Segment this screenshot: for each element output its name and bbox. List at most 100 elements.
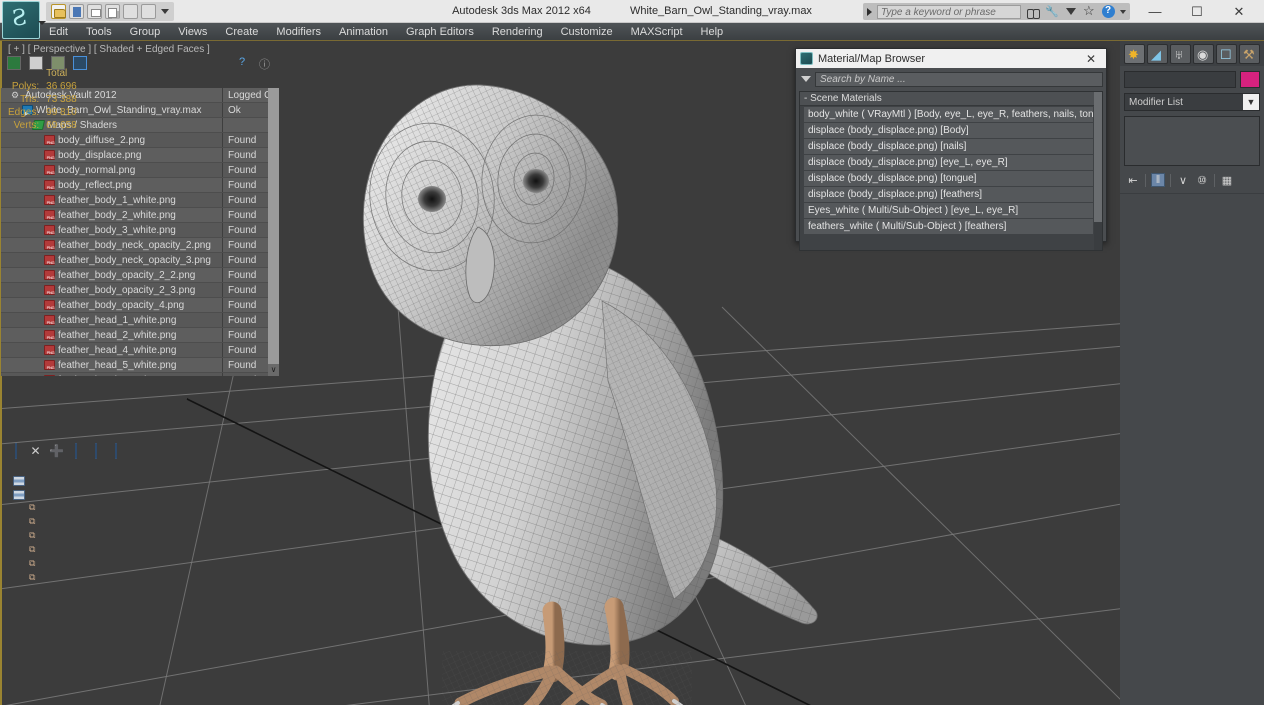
pin-stack-icon[interactable]: ⇤ bbox=[1126, 173, 1140, 187]
add-selection-icon[interactable]: ➕ bbox=[49, 444, 64, 458]
subscription-icon[interactable] bbox=[1064, 5, 1078, 19]
asset-row[interactable]: feather_head_5_white.pngFound bbox=[1, 358, 279, 373]
asset-row[interactable]: feather_body_3_white.pngFound bbox=[1, 223, 279, 238]
modify-tab-icon[interactable]: ◢ bbox=[1147, 44, 1168, 64]
material-list-item[interactable]: Eyes_white ( Multi/Sub-Object ) [eye_L, … bbox=[804, 203, 1093, 218]
material-list-item[interactable]: displace (body_displace.png) [feathers] bbox=[804, 187, 1093, 202]
maximize-button[interactable]: ☐ bbox=[1176, 0, 1218, 23]
material-browser-close-button[interactable]: ✕ bbox=[1080, 52, 1102, 66]
menu-item-animation[interactable]: Animation bbox=[330, 23, 397, 41]
asset-row[interactable]: feather_head_2_white.pngFound bbox=[1, 328, 279, 343]
modifier-list-label: Modifier List bbox=[1129, 96, 1183, 108]
material-list-item[interactable]: feathers_white ( Multi/Sub-Object ) [fea… bbox=[804, 219, 1093, 234]
search-input[interactable]: Type a keyword or phrase bbox=[877, 4, 1021, 19]
remove-modifier-icon[interactable]: ⑩ bbox=[1195, 173, 1209, 187]
utilities-tab-icon[interactable]: ⚒ bbox=[1239, 44, 1260, 64]
about-icon[interactable]: ⓘ bbox=[259, 56, 273, 71]
object-name-field[interactable] bbox=[1124, 71, 1236, 88]
menu-item-views[interactable]: Views bbox=[169, 23, 216, 41]
scrollbar-thumb[interactable] bbox=[1094, 92, 1102, 222]
wrench-icon[interactable] bbox=[1045, 5, 1059, 19]
hierarchy-tab-icon[interactable]: ♅ bbox=[1170, 44, 1191, 64]
menu-item-customize[interactable]: Customize bbox=[552, 23, 622, 41]
open-file-icon[interactable] bbox=[51, 4, 66, 19]
menu-item-edit[interactable]: Edit bbox=[40, 23, 77, 41]
viewport-label[interactable]: [ + ] [ Perspective ] [ Shaded + Edged F… bbox=[8, 44, 210, 55]
stats-row: Tris: 73 388 bbox=[8, 93, 80, 106]
asset-row[interactable]: feather_body_2_white.pngFound bbox=[1, 208, 279, 223]
material-list-item[interactable]: displace (body_displace.png) [eye_L, eye… bbox=[804, 155, 1093, 170]
help-icon[interactable] bbox=[1102, 5, 1115, 18]
material-map-browser-panel[interactable]: Material/Map Browser ✕ Search by Name ..… bbox=[795, 48, 1107, 251]
scene-materials-group-header[interactable]: - Scene Materials bbox=[800, 92, 1102, 106]
menu-item-rendering[interactable]: Rendering bbox=[483, 23, 552, 41]
material-list-item[interactable]: displace (body_displace.png) [tongue] bbox=[804, 171, 1093, 186]
menu-item-modifiers[interactable]: Modifiers bbox=[267, 23, 330, 41]
asset-name-label: feather_head_2_white.png bbox=[58, 329, 177, 341]
asset-row[interactable]: feather_head_opacity_2.pngFound bbox=[1, 373, 279, 376]
asset-row[interactable]: body_diffuse_2.pngFound bbox=[1, 133, 279, 148]
save-file-icon[interactable] bbox=[69, 4, 84, 19]
menu-item-help[interactable]: Help bbox=[692, 23, 733, 41]
display-tab-icon[interactable]: ☐ bbox=[1216, 44, 1237, 64]
asset-row[interactable]: feather_head_4_white.pngFound bbox=[1, 343, 279, 358]
asset-vertical-scrollbar[interactable]: ∨ bbox=[268, 88, 279, 376]
chevron-down-icon[interactable]: ▼ bbox=[1243, 94, 1259, 110]
modifier-stack[interactable] bbox=[1124, 116, 1260, 166]
configure-modifier-sets-icon[interactable]: ▦ bbox=[1220, 173, 1234, 187]
asset-row[interactable]: body_reflect.pngFound bbox=[1, 178, 279, 193]
help-dropdown-icon[interactable] bbox=[1120, 9, 1126, 14]
asset-row[interactable]: feather_body_opacity_2_3.pngFound bbox=[1, 283, 279, 298]
filter-dropdown-icon[interactable] bbox=[801, 76, 811, 82]
undo-icon[interactable] bbox=[87, 4, 102, 19]
modifier-list-dropdown[interactable]: Modifier List ▼ bbox=[1124, 93, 1260, 111]
asset-row[interactable]: feather_body_neck_opacity_3.pngFound bbox=[1, 253, 279, 268]
new-scene-icon[interactable] bbox=[123, 4, 138, 19]
create-tab-icon[interactable]: ✸ bbox=[1124, 44, 1145, 64]
material-list-item[interactable]: displace (body_displace.png) [nails] bbox=[804, 139, 1093, 154]
png-file-icon bbox=[44, 285, 56, 297]
scene-materials-list[interactable]: - Scene Materials body_white ( VRayMtl )… bbox=[799, 91, 1103, 251]
menu-item-graph-editors[interactable]: Graph Editors bbox=[397, 23, 483, 41]
set-current-layer-icon[interactable] bbox=[109, 442, 122, 459]
delete-layer-icon[interactable]: ✕ bbox=[29, 444, 42, 458]
asset-row[interactable]: feather_body_opacity_2_2.pngFound bbox=[1, 268, 279, 283]
asset-row[interactable]: feather_body_1_white.pngFound bbox=[1, 193, 279, 208]
quick-access-dropdown-icon[interactable] bbox=[161, 9, 169, 14]
new-layer-icon[interactable] bbox=[9, 442, 22, 459]
menu-item-maxscript[interactable]: MAXScript bbox=[622, 23, 692, 41]
menu-item-create[interactable]: Create bbox=[216, 23, 267, 41]
material-search-input[interactable]: Search by Name ... bbox=[815, 71, 1103, 87]
motion-tab-icon[interactable]: ◉ bbox=[1193, 44, 1214, 64]
close-button[interactable]: ✕ bbox=[1218, 0, 1260, 23]
asset-row[interactable]: feather_head_1_white.pngFound bbox=[1, 313, 279, 328]
make-unique-icon[interactable]: ∨ bbox=[1176, 173, 1190, 187]
redo-icon[interactable] bbox=[105, 4, 120, 19]
owl-3d-model[interactable] bbox=[302, 51, 842, 705]
png-file-icon bbox=[44, 375, 56, 376]
asset-row[interactable]: body_normal.pngFound bbox=[1, 163, 279, 178]
asset-row[interactable]: feather_body_opacity_4.pngFound bbox=[1, 298, 279, 313]
minimize-button[interactable]: — bbox=[1134, 0, 1176, 23]
select-objects-icon[interactable] bbox=[69, 442, 82, 459]
stats-value: 73 388 bbox=[46, 94, 77, 105]
show-end-result-icon[interactable]: ‖ bbox=[1151, 173, 1165, 187]
reset-icon[interactable] bbox=[141, 4, 156, 19]
material-list-scrollbar[interactable] bbox=[1094, 92, 1102, 250]
highlight-layer-icon[interactable] bbox=[89, 442, 102, 459]
material-list-item[interactable]: displace (body_displace.png) [Body] bbox=[804, 123, 1093, 138]
favorites-star-icon[interactable] bbox=[1083, 3, 1097, 19]
application-menu-logo[interactable] bbox=[2, 1, 40, 39]
material-list-item[interactable]: body_white ( VRayMtl ) [Body, eye_L, eye… bbox=[804, 107, 1093, 122]
asset-row[interactable]: body_displace.pngFound bbox=[1, 148, 279, 163]
help-icon[interactable]: ? bbox=[239, 56, 253, 70]
application-menu-caret-icon[interactable] bbox=[38, 21, 46, 25]
scroll-down-button[interactable]: ∨ bbox=[268, 364, 279, 376]
owl-eye-right bbox=[523, 169, 549, 193]
menu-item-tools[interactable]: Tools bbox=[77, 23, 121, 41]
search-expand-icon[interactable] bbox=[867, 7, 872, 16]
asset-row[interactable]: feather_body_neck_opacity_2.pngFound bbox=[1, 238, 279, 253]
menu-item-group[interactable]: Group bbox=[121, 23, 170, 41]
object-color-swatch[interactable] bbox=[1240, 71, 1260, 88]
binoculars-icon[interactable] bbox=[1026, 5, 1040, 19]
